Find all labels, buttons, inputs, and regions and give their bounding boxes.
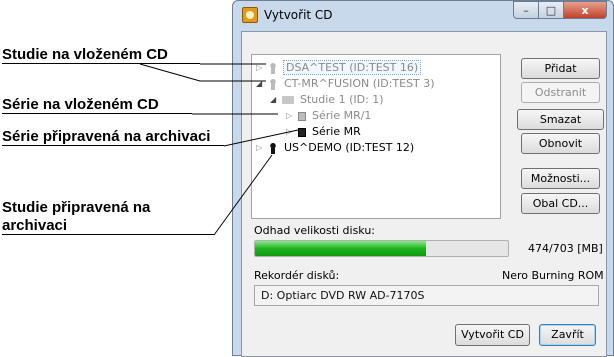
annotation-series-on-cd: Série na vloženém CD (2, 96, 192, 114)
tree-item-label: Série MR (312, 125, 361, 138)
expand-arrow-icon[interactable]: ▷ (256, 141, 264, 155)
create-cd-button[interactable]: Vytvořit CD (455, 324, 530, 346)
tree-item-label: Studie 1 (ID: 1) (300, 93, 384, 106)
options-button[interactable]: Možnosti... (521, 168, 600, 189)
close-window-button[interactable]: x (564, 1, 607, 19)
create-cd-dialog: Vytvořit CD – □ x ▷ DSA^TEST (ID:TEST 16… (232, 0, 614, 357)
patient-icon (267, 142, 278, 154)
tree-item-study-1[interactable]: ◢ Studie 1 (ID: 1) (270, 93, 384, 107)
tree-item-label: Série MR/1 (312, 109, 372, 122)
collapse-arrow-icon[interactable]: ◢ (270, 93, 278, 107)
tree-item-dsa-test[interactable]: ▷ DSA^TEST (ID:TEST 16) (256, 60, 422, 75)
cd-cover-button[interactable]: Obal CD... (521, 193, 600, 214)
patient-icon (267, 62, 278, 74)
remove-button[interactable]: Odstranit (521, 82, 600, 103)
tree-item-us-demo[interactable]: ▷ US^DEMO (ID:TEST 12) (256, 141, 414, 155)
tree-item-ct-mr-fusion[interactable]: ◢ CT-MR^FUSION (ID:TEST 3) (256, 77, 435, 91)
recorder-label: Rekordér disků: (254, 269, 340, 282)
recorder-device-field[interactable]: D: Optiarc DVD RW AD-7170S (254, 285, 599, 306)
clear-all-button[interactable]: Smazat všechno (517, 109, 604, 145)
refresh-button[interactable]: Obnovit (521, 133, 600, 154)
expand-arrow-icon[interactable]: ▷ (286, 125, 294, 139)
minimize-button[interactable]: – (513, 1, 539, 19)
collapse-arrow-icon[interactable]: ◢ (256, 77, 264, 91)
tree-item-label: CT-MR^FUSION (ID:TEST 3) (284, 77, 435, 90)
burning-software-label: Nero Burning ROM (502, 269, 604, 282)
patient-icon (267, 78, 278, 90)
annotation-study-for-archive-line2: archivaci (2, 217, 214, 235)
add-button[interactable]: Přidat (521, 58, 600, 79)
tree-item-label: DSA^TEST (ID:TEST 16) (282, 60, 422, 75)
study-folder-icon (281, 96, 294, 104)
expand-arrow-icon[interactable]: ▷ (256, 61, 264, 75)
disk-usage-fill (255, 241, 426, 256)
title-bar: Vytvořit CD – □ x (233, 1, 613, 31)
disk-usage-bar (254, 240, 509, 257)
window-controls: – □ x (513, 1, 607, 19)
disk-size-value: 474/703 [MB] (528, 242, 603, 255)
expand-arrow-icon[interactable]: ▷ (286, 109, 294, 123)
dialog-client-area: ▷ DSA^TEST (ID:TEST 16) ◢ CT-MR^FUSION (… (241, 31, 607, 357)
cd-content-tree[interactable]: ▷ DSA^TEST (ID:TEST 16) ◢ CT-MR^FUSION (… (251, 54, 501, 219)
maximize-button[interactable]: □ (539, 1, 564, 19)
annotation-studies-on-cd: Studie na vloženém CD (2, 46, 200, 64)
series-icon (297, 127, 306, 137)
window-title: Vytvořit CD (264, 8, 333, 22)
close-button[interactable]: Zavřít (539, 324, 596, 346)
disk-size-label: Odhad velikosti disku: (254, 224, 376, 237)
tree-item-label: US^DEMO (ID:TEST 12) (284, 141, 415, 154)
annotation-series-for-archive: Série připravená na archivaci (2, 128, 224, 146)
series-icon (297, 111, 306, 121)
app-icon (242, 7, 258, 23)
tree-item-series-mr-1[interactable]: ▷ Série MR/1 (286, 109, 371, 123)
tree-item-series-mr[interactable]: ▷ Série MR (286, 125, 361, 139)
annotation-study-for-archive-line1: Studie připravená na (2, 199, 151, 216)
